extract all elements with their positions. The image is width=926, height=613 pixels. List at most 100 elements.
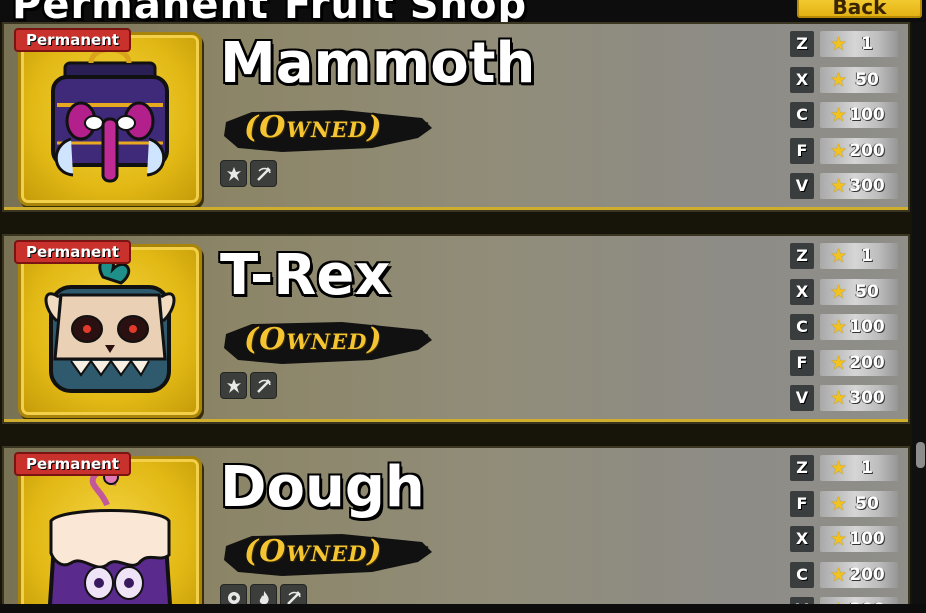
move-row: C ★ 100	[788, 99, 904, 135]
mastery-requirement: ★ 50	[820, 278, 898, 305]
move-row: C ★ 200	[788, 559, 904, 595]
fruit-card-mammoth[interactable]: Permanent Mammoth (Owned) Z ★ 1 X ★ 50 C ★ 100…	[2, 22, 910, 212]
keybind-label: V	[790, 385, 814, 411]
mastery-value: 50	[855, 493, 879, 514]
move-list: Z★1 F★50 X★100 C★200 V ★300	[788, 452, 904, 604]
permanent-badge: Permanent	[14, 240, 132, 264]
mastery-value: 50	[855, 69, 879, 90]
owned-label: (Owned)	[244, 322, 383, 357]
mastery-value: 300	[844, 597, 890, 604]
mastery-value: 100	[849, 105, 885, 125]
move-row: C ★ 100	[788, 311, 904, 347]
fruit-image-frame[interactable]	[18, 32, 202, 206]
elemental-icon	[220, 584, 247, 604]
t-rex-fruit-image	[44, 256, 176, 393]
owned-status: (Owned)	[222, 316, 434, 368]
owned-label: (Owned)	[244, 534, 383, 569]
move-row: X ★ 50	[788, 276, 904, 312]
mastery-value: 200	[849, 140, 885, 161]
move-row: Z ★ 1	[788, 240, 904, 276]
keybind-label: Z	[790, 243, 814, 269]
move-row: F ★ 50	[788, 488, 904, 524]
bottom-border	[0, 604, 926, 613]
keybind-label: Z	[790, 455, 814, 481]
type-icons	[220, 584, 307, 604]
keybind-label: X	[790, 278, 814, 305]
sword-slash-icon	[280, 584, 307, 604]
mastery-value: 1	[861, 458, 873, 478]
mastery-requirement: ★300	[820, 385, 898, 411]
mastery-value: 1	[861, 246, 873, 266]
beast-claw-icon	[220, 160, 247, 187]
keybind-label: F	[790, 137, 814, 164]
dough-fruit-image	[47, 468, 173, 604]
owned-label: (Owned)	[244, 110, 383, 145]
mastery-requirement: ★ 100	[820, 314, 898, 340]
type-icons	[220, 372, 277, 399]
mastery-requirement: ★ 200	[820, 349, 898, 376]
type-icons	[220, 160, 277, 187]
permanent-badge: Permanent	[14, 28, 132, 52]
sword-slash-icon	[250, 372, 277, 399]
keybind-label: C	[790, 561, 814, 588]
move-row: F ★ 200	[788, 347, 904, 383]
mastery-requirement: ★ 50	[820, 66, 898, 93]
keybind-label: V	[790, 173, 814, 199]
keybind-label: X	[790, 526, 814, 552]
mastery-value: 1	[861, 34, 873, 54]
title-bar: Permanent Fruit Shop Back	[0, 0, 926, 22]
move-row: X ★ 100	[788, 523, 904, 559]
mastery-requirement: ★ 100	[820, 526, 898, 552]
page-title: Permanent Fruit Shop	[12, 0, 527, 22]
mastery-value: 100	[849, 529, 885, 549]
permanent-badge: Permanent	[14, 452, 132, 476]
mastery-value: 300	[849, 388, 885, 408]
move-row: V★300	[788, 382, 904, 418]
fruit-image-frame[interactable]	[18, 244, 202, 418]
mastery-requirement: ★ 1	[820, 455, 898, 481]
mastery-requirement: ★ 50	[820, 490, 898, 517]
fruit-card-t-rex[interactable]: Permanent T-Rex (Owned) Z ★ 1 X ★ 50 C ★ 100 F…	[2, 234, 910, 424]
keybind-label: X	[790, 66, 814, 93]
fruit-card-dough[interactable]: Permanent Dough (Owned) Z ★ 1 F ★ 50 X ★ 100 C	[2, 446, 910, 604]
mastery-requirement: ★ 200	[820, 137, 898, 164]
move-row: F ★ 200	[788, 135, 904, 171]
mastery-requirement: ★300	[820, 173, 898, 199]
back-button[interactable]: Back	[797, 0, 922, 19]
keybind-label: C	[790, 102, 814, 128]
keybind-label: F	[790, 490, 814, 517]
owned-status: (Owned)	[222, 104, 434, 156]
keybind-label: Z	[790, 31, 814, 57]
mastery-requirement: ★ 100	[820, 102, 898, 128]
mastery-value: 200	[849, 564, 885, 585]
fruit-name: T-Rex	[220, 243, 391, 308]
move-row: Z ★ 1	[788, 452, 904, 488]
move-row: V ★300	[788, 594, 904, 604]
mastery-requirement: ★ 1	[820, 243, 898, 269]
flame-icon	[250, 584, 277, 604]
mastery-value: 100	[849, 317, 885, 337]
mastery-value: 200	[849, 352, 885, 373]
mastery-requirement: ★300	[820, 597, 898, 604]
beast-claw-icon	[220, 372, 247, 399]
mastery-value: 50	[855, 281, 879, 302]
move-list: Z ★ 1 X ★ 50 C ★ 100 F ★ 200 V ★ 300	[788, 240, 904, 418]
sword-slash-icon	[250, 160, 277, 187]
fruit-list[interactable]: Permanent Mammoth (Owned) Z ★ 1 X ★ 50 C ★ 100…	[0, 22, 912, 604]
mastery-requirement: ★ 200	[820, 561, 898, 588]
move-list: Z ★ 1 X ★ 50 C ★ 100 F ★ 200 V ★ 300	[788, 28, 904, 206]
mastery-value: 300	[849, 176, 885, 196]
keybind-label: C	[790, 314, 814, 340]
keybind-label: V	[790, 597, 814, 604]
keybind-label: F	[790, 349, 814, 376]
scrollbar-thumb[interactable]	[916, 442, 925, 468]
fruit-name: Dough	[220, 455, 425, 520]
mastery-requirement: ★ 1	[820, 31, 898, 57]
fruit-name: Mammoth	[220, 31, 536, 96]
move-row: Z ★ 1	[788, 28, 904, 64]
move-row: X ★ 50	[788, 64, 904, 100]
move-row: V★300	[788, 170, 904, 206]
owned-status: (Owned)	[222, 528, 434, 580]
scrollbar[interactable]	[912, 22, 926, 604]
fruit-image-frame[interactable]	[18, 456, 202, 604]
